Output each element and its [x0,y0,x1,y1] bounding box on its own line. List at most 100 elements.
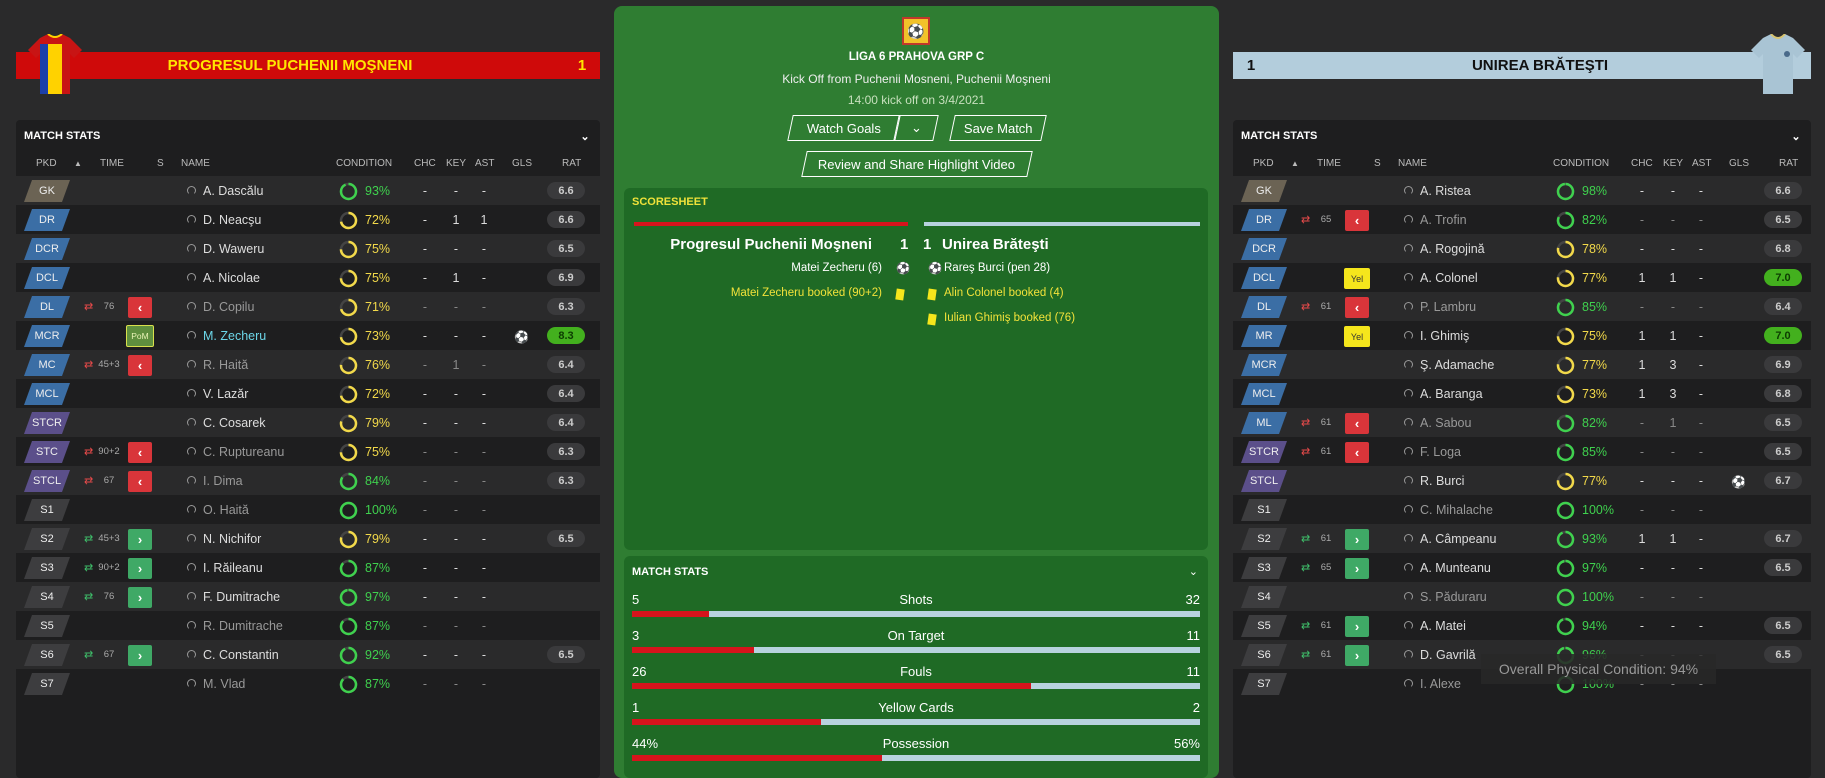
player-name[interactable]: S. Păduraru [1420,590,1487,604]
subbed-off-icon[interactable]: ‹ [1345,442,1369,463]
player-name[interactable]: F. Dumitrache [203,590,280,604]
col-pkd[interactable]: PKD [36,158,57,169]
player-name[interactable]: A. Câmpeanu [1420,532,1496,546]
player-row[interactable]: S2 ⇄ 61 › A. Câmpeanu 93% 1 1 - 6.7 [1233,524,1811,553]
chevron-down-icon[interactable]: ⌄ [1189,565,1198,578]
away-event-text[interactable]: Rareş Burci (pen 28) [944,262,1050,274]
away-panel-header[interactable]: MATCH STATS ⌄ [1233,120,1811,152]
player-row[interactable]: MCL V. Lazăr 72% - - - 6.4 [16,379,600,408]
col-name[interactable]: NAME [181,158,210,169]
player-row[interactable]: MCL A. Baranga 73% 1 3 - 6.8 [1233,379,1811,408]
home-event-text[interactable]: Matei Zecheru (6) [791,262,882,274]
player-row[interactable]: STCL R. Burci 77% - - - ⚽ 6.7 [1233,466,1811,495]
player-row[interactable]: S2 ⇄ 45+3 › N. Nichifor 79% - - - 6.5 [16,524,600,553]
away-team-banner[interactable]: 1 UNIREA BRĂTEŞTI [1233,52,1811,79]
condition-ring-icon[interactable] [1556,501,1575,520]
home-event-text[interactable]: Matei Zecheru booked (90+2) [731,287,882,299]
col-s[interactable]: S [1374,158,1381,169]
condition-ring-icon[interactable] [339,588,358,607]
player-name[interactable]: A. Ristea [1420,184,1471,198]
condition-ring-icon[interactable] [339,530,358,549]
col-condition[interactable]: CONDITION [1553,158,1609,169]
player-name[interactable]: Ş. Adamache [1420,358,1494,372]
condition-ring-icon[interactable] [339,472,358,491]
player-row[interactable]: MCR PoM M. Zecheru 73% - - - ⚽ 8.3 [16,321,600,350]
condition-ring-icon[interactable] [339,240,358,259]
condition-ring-icon[interactable] [1556,414,1575,433]
competition-logo-icon[interactable]: ⚽ [902,17,930,45]
player-name[interactable]: R. Burci [1420,474,1464,488]
player-row[interactable]: S4 S. Păduraru 100% - - - [1233,582,1811,611]
player-row[interactable]: STC ⇄ 90+2 ‹ C. Ruptureanu 75% - - - 6.3 [16,437,600,466]
watch-goals-button[interactable]: Watch Goals [787,115,901,141]
player-name[interactable]: P. Lambru [1420,300,1476,314]
condition-ring-icon[interactable] [1556,588,1575,607]
subbed-off-icon[interactable]: ‹ [128,355,152,376]
condition-ring-icon[interactable] [339,617,358,636]
player-row[interactable]: MR Yel I. Ghimiş 75% 1 1 - 7.0 [1233,321,1811,350]
condition-ring-icon[interactable] [1556,298,1575,317]
player-name[interactable]: A. Rogojină [1420,242,1485,256]
subbed-on-icon[interactable]: › [128,529,152,550]
subbed-on-icon[interactable]: › [128,645,152,666]
condition-ring-icon[interactable] [339,675,358,694]
player-row[interactable]: S1 O. Haită 100% - - - [16,495,600,524]
player-name[interactable]: R. Haită [203,358,248,372]
away-team-name[interactable]: UNIREA BRĂTEŞTI [1269,57,1811,74]
condition-ring-icon[interactable] [1556,472,1575,491]
chevron-down-icon[interactable]: ⌄ [1789,129,1803,143]
player-name[interactable]: A. Baranga [1420,387,1483,401]
condition-ring-icon[interactable] [1556,211,1575,230]
competition-name[interactable]: LIGA 6 PRAHOVA GRP C [614,51,1219,63]
condition-ring-icon[interactable] [1556,327,1575,346]
condition-ring-icon[interactable] [339,501,358,520]
review-highlight-button[interactable]: Review and Share Highlight Video [801,151,1033,177]
player-row[interactable]: GK A. Ristea 98% - - - 6.6 [1233,176,1811,205]
condition-ring-icon[interactable] [1556,356,1575,375]
player-row[interactable]: DCL A. Nicolae 75% - 1 - 6.9 [16,263,600,292]
player-row[interactable]: DR D. Neacşu 72% - 1 1 6.6 [16,205,600,234]
subbed-on-icon[interactable]: › [128,587,152,608]
player-name[interactable]: I. Răileanu [203,561,263,575]
condition-ring-icon[interactable] [339,385,358,404]
player-row[interactable]: DR ⇄ 65 ‹ A. Trofin 82% - - - 6.5 [1233,205,1811,234]
player-row[interactable]: MCR Ş. Adamache 77% 1 3 - 6.9 [1233,350,1811,379]
col-ast[interactable]: AST [1692,158,1711,169]
player-name[interactable]: A. Dascălu [203,184,263,198]
col-s[interactable]: S [157,158,164,169]
player-row[interactable]: S4 ⇄ 76 › F. Dumitrache 97% - - - [16,582,600,611]
player-row[interactable]: S7 M. Vlad 87% - - - [16,669,600,698]
condition-ring-icon[interactable] [1556,385,1575,404]
player-name[interactable]: I. Dima [203,474,243,488]
subbed-on-icon[interactable]: › [1345,616,1369,637]
subbed-off-icon[interactable]: ‹ [1345,210,1369,231]
player-name[interactable]: A. Colonel [1420,271,1478,285]
home-team-banner[interactable]: PROGRESUL PUCHENII MOŞNENI 1 [16,52,600,79]
player-row[interactable]: GK A. Dascălu 93% - - - 6.6 [16,176,600,205]
player-row[interactable]: S3 ⇄ 65 › A. Munteanu 97% - - - 6.5 [1233,553,1811,582]
player-name[interactable]: D. Neacşu [203,213,261,227]
player-row[interactable]: ML ⇄ 61 ‹ A. Sabou 82% - 1 - 6.5 [1233,408,1811,437]
player-row[interactable]: S5 R. Dumitrache 87% - - - [16,611,600,640]
player-row[interactable]: S6 ⇄ 67 › C. Constantin 92% - - - 6.5 [16,640,600,669]
player-name[interactable]: C. Cosarek [203,416,266,430]
col-rat[interactable]: RAT [1779,158,1798,169]
condition-ring-icon[interactable] [1556,530,1575,549]
col-pkd[interactable]: PKD [1253,158,1274,169]
player-name[interactable]: C. Constantin [203,648,279,662]
player-name[interactable]: N. Nichifor [203,532,261,546]
player-name[interactable]: V. Lazăr [203,387,248,401]
col-key[interactable]: KEY [1663,158,1683,169]
player-name[interactable]: D. Copilu [203,300,254,314]
player-row[interactable]: DCL Yel A. Colonel 77% 1 1 - 7.0 [1233,263,1811,292]
player-name[interactable]: A. Nicolae [203,271,260,285]
col-ast[interactable]: AST [475,158,494,169]
player-name[interactable]: D. Waweru [203,242,264,256]
condition-ring-icon[interactable] [1556,240,1575,259]
subbed-on-icon[interactable]: › [1345,529,1369,550]
chevron-down-icon[interactable]: ⌄ [578,129,592,143]
condition-ring-icon[interactable] [339,327,358,346]
condition-ring-icon[interactable] [1556,617,1575,636]
watch-goals-dropdown-button[interactable]: ⌄ [893,115,939,141]
sort-asc-icon[interactable]: ▲ [74,159,82,168]
